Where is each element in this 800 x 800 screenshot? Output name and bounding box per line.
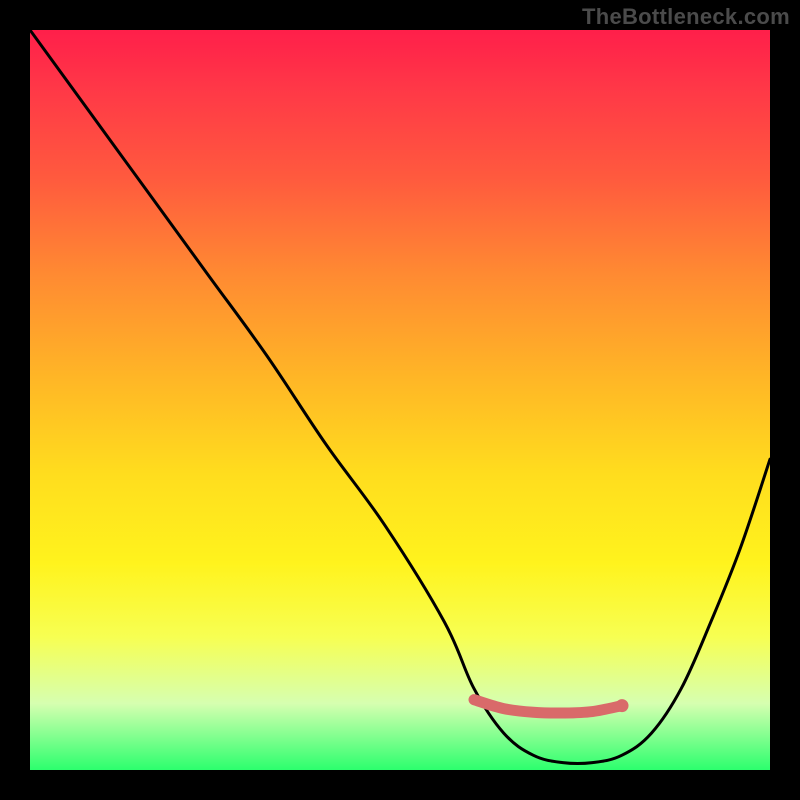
- watermark-text: TheBottleneck.com: [582, 4, 790, 30]
- curve-overlay: [30, 30, 770, 770]
- sweet-spot-end-dot: [616, 699, 629, 712]
- sweet-spot-path: [474, 700, 622, 713]
- chart-frame: TheBottleneck.com: [0, 0, 800, 800]
- plot-area: [30, 30, 770, 770]
- bottleneck-curve-path: [30, 30, 770, 764]
